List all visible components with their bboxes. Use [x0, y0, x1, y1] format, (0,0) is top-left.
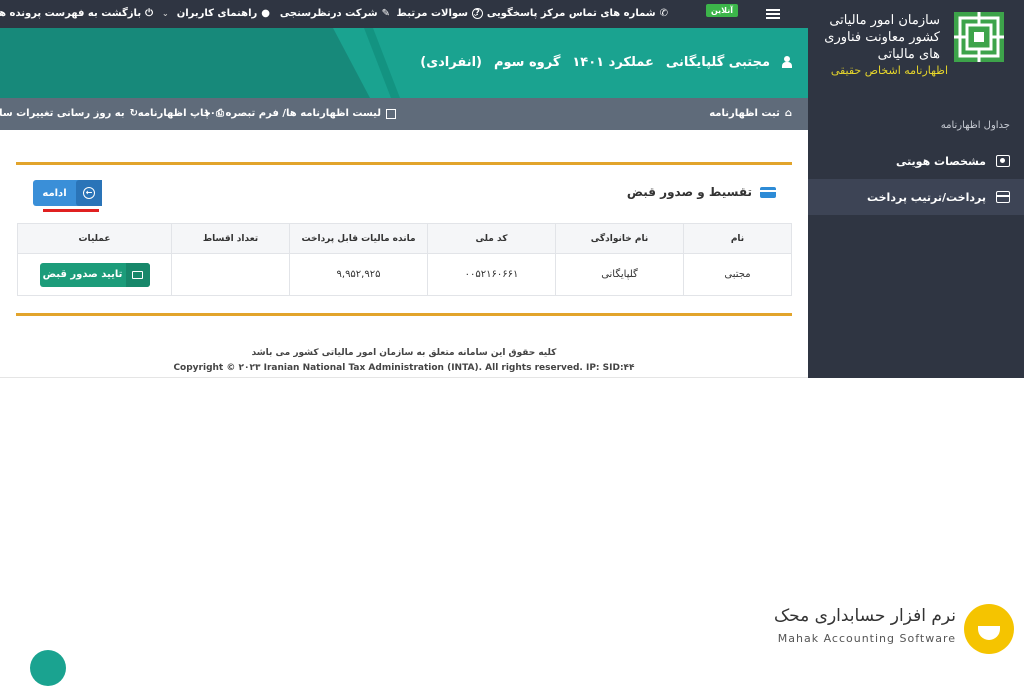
list-label: لیست اظهارنامه ها/ فرم تبصره ۱۰۰ [203, 108, 381, 119]
table-header-row: نام نام خانوادگی کد ملی مانده مالیات قاب… [17, 223, 792, 254]
user-guide-dropdown[interactable]: ● راهنمای کاربران ⌄ [162, 8, 270, 19]
phone-icon: ✆ [659, 8, 668, 19]
taxpayer-name: مجتبی گلپایگانی [665, 55, 770, 70]
credit-card-icon [996, 191, 1010, 203]
chat-icon: ● [261, 8, 270, 19]
highlight-underline [43, 209, 99, 212]
declaration-type: (انفرادی) [420, 55, 482, 70]
refresh-icon: ↻ [129, 108, 138, 119]
print-declaration-link[interactable]: ⎙ چاپ اظهارنامه [138, 108, 224, 119]
declaration-list-link[interactable]: لیست اظهارنامه ها/ فرم تبصره ۱۰۰ [204, 108, 396, 119]
action-bar: ⌂ ثبت اظهارنامه لیست اظهارنامه ها/ فرم ت… [0, 98, 808, 130]
sidebar: سازمان امور مالیاتی کشور معاونت فناوری ه… [808, 0, 1024, 378]
sidebar-item-identity[interactable]: مشخصات هویتی [808, 143, 1024, 179]
online-status-badge: آنلاین [705, 4, 738, 17]
taxpayer-group: گروه سوم [493, 55, 561, 70]
credit-card-icon [125, 262, 150, 287]
register-declaration-link[interactable]: ⌂ ثبت اظهارنامه [709, 108, 792, 119]
organization-subtitle: اظهارنامه اشخاص حقیقی [830, 64, 948, 77]
user-guide-label: راهنمای کاربران [176, 8, 258, 19]
confirm-bill-label: تایید صدور قبض [42, 269, 123, 280]
back-label: بازگشت به فهرست پرونده ها [0, 8, 142, 19]
confirm-bill-issue-button[interactable]: تایید صدور قبض [39, 262, 150, 287]
update-label: به روز رسانی تغییرات سامانه [0, 108, 125, 119]
content-area: تقسیط و صدور قبض ← ادامه نام نام خانوادگ… [0, 130, 808, 378]
update-system-link[interactable]: ↻ به روز رسانی تغییرات سامانه [0, 108, 138, 119]
panel-title: تقسیط و صدور قبض [627, 185, 776, 199]
cell-first-name: مجتبی [683, 253, 792, 296]
edit-icon: ✎ [381, 8, 390, 19]
back-to-files-link[interactable]: ⏻ بازگشت به فهرست پرونده ها [0, 8, 153, 19]
sidebar-item-label: پرداخت/ترتیب پرداخت [866, 190, 986, 204]
panel-title-text: تقسیط و صدور قبض [626, 185, 752, 199]
logo-area: سازمان امور مالیاتی کشور معاونت فناوری ه… [808, 0, 1024, 98]
question-icon: ? [472, 8, 483, 19]
power-icon: ⏻ [145, 8, 153, 19]
watermark-text-en: Mahak Accounting Software [777, 632, 956, 645]
main-area: آنلاین ✆ شماره های تماس مرکز پاسخگویی ⌄ … [0, 0, 808, 378]
page-title: مجتبی گلپایگانی عملکرد ۱۴۰۱ گروه سوم (ان… [420, 55, 770, 70]
table-row: مجتبی گلپایگانی ۰۰۵۲۱۶۰۶۶۱ ۹,۹۵۲,۹۲۵ تای… [17, 253, 792, 296]
cell-last-name: گلپایگانی [555, 253, 684, 296]
tax-organization-logo-icon [954, 12, 1004, 62]
hamburger-menu-icon[interactable] [766, 9, 780, 19]
arrow-left-circle-icon: ← [76, 180, 102, 206]
print-icon: ⎙ [216, 108, 224, 119]
cell-operations: تایید صدور قبض [17, 253, 172, 296]
call-center-label: شماره های تماس مرکز پاسخگویی [486, 8, 656, 19]
faq-label: سوالات مرتبط [396, 8, 468, 19]
column-header-remaining-tax: مانده مالیات قابل پرداخت [289, 223, 428, 254]
sidebar-item-label: مشخصات هویتی [895, 154, 986, 168]
column-header-installments: تعداد اقساط [171, 223, 290, 254]
user-icon [782, 56, 792, 68]
chat-widget-icon[interactable] [30, 650, 66, 686]
sidebar-item-payment[interactable]: پرداخت/ترتیب پرداخت [808, 179, 1024, 215]
continue-label: ادامه [42, 187, 67, 199]
calculator-icon [386, 108, 396, 119]
cell-remaining-tax: ۹,۹۵۲,۹۲۵ [289, 253, 428, 296]
print-label: چاپ اظهارنامه [137, 108, 211, 119]
survey-label: شرکت درنظرسنجی [279, 8, 378, 19]
top-bar: آنلاین ✆ شماره های تماس مرکز پاسخگویی ⌄ … [0, 0, 808, 28]
column-header-last-name: نام خانوادگی [555, 223, 684, 254]
mahak-logo-icon [964, 604, 1014, 654]
installment-table: نام نام خانوادگی کد ملی مانده مالیات قاب… [17, 223, 792, 296]
header-decoration [0, 28, 370, 98]
performance-year: عملکرد ۱۴۰۱ [572, 55, 654, 70]
home-icon: ⌂ [784, 108, 792, 119]
organization-name: سازمان امور مالیاتی کشور معاونت فناوری ه… [824, 13, 940, 62]
id-card-icon [996, 155, 1010, 167]
survey-link[interactable]: ✎ شرکت درنظرسنجی [280, 8, 390, 19]
chevron-down-icon: ⌄ [161, 9, 169, 18]
register-label: ثبت اظهارنامه [709, 108, 780, 119]
column-header-national-code: کد ملی [427, 223, 556, 254]
column-header-operations: عملیات [17, 223, 172, 254]
continue-button[interactable]: ← ادامه [33, 180, 102, 206]
sidebar-section-label: جداول اظهارنامه [940, 120, 1010, 131]
footer-copyright: Copyright © ۲۰۲۳ Iranian National Tax Ad… [173, 363, 635, 373]
page-header: مجتبی گلپایگانی عملکرد ۱۴۰۱ گروه سوم (ان… [0, 28, 808, 98]
watermark-text-fa: نرم افزار حسابداری محک [773, 606, 956, 626]
page-divider [0, 377, 808, 378]
cell-installments [171, 253, 290, 296]
call-center-dropdown[interactable]: ✆ شماره های تماس مرکز پاسخگویی ⌄ [472, 8, 668, 19]
installment-panel: تقسیط و صدور قبض ← ادامه نام نام خانوادگ… [16, 162, 792, 316]
credit-card-icon [760, 186, 776, 198]
faq-link[interactable]: ? سوالات مرتبط [397, 8, 483, 19]
cell-national-code: ۰۰۵۲۱۶۰۶۶۱ [427, 253, 556, 296]
footer-rights-fa: کلیه حقوق این سامانه متعلق به سازمان امو… [251, 348, 557, 358]
column-header-first-name: نام [683, 223, 792, 254]
